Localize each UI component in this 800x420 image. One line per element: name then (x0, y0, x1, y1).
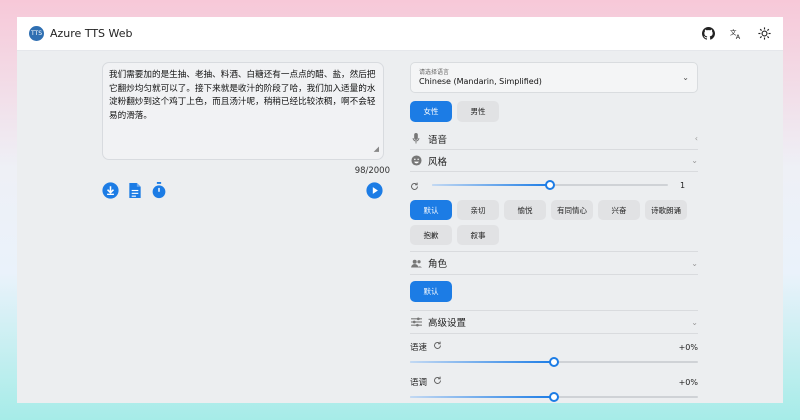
pitch-fill (410, 396, 554, 398)
role-options: 默认 (410, 281, 698, 302)
rate-fill (410, 361, 554, 363)
app-logo: TTS (29, 26, 44, 41)
editor-panel: 我们需要加的是生抽、老抽、料酒、白糖还有一点点的醋、盐，然后把它翻炒均匀就可以了… (102, 62, 390, 199)
svg-text:A: A (735, 33, 740, 40)
style-option[interactable]: 愉悦 (504, 200, 546, 220)
style-option[interactable]: 抱歉 (410, 225, 452, 245)
emoji-icon (410, 155, 422, 166)
language-select[interactable]: 请选择语言 Chinese (Mandarin, Simplified) ⌄ (410, 62, 698, 93)
download-icon[interactable] (102, 182, 119, 199)
microphone-icon (410, 133, 422, 144)
chevron-left-icon: ‹ (694, 134, 698, 143)
translate-icon[interactable]: 文A (729, 27, 743, 41)
style-option[interactable]: 诗歌朗诵 (645, 200, 687, 220)
rate-slider[interactable] (410, 355, 698, 369)
pitch-value: +0% (678, 377, 698, 387)
style-degree-fill (432, 184, 550, 186)
style-option[interactable]: 亲切 (457, 200, 499, 220)
pitch-header: 语调 +0% (410, 375, 698, 389)
rate-thumb[interactable] (549, 357, 559, 367)
text-input[interactable]: 我们需要加的是生抽、老抽、料酒、白糖还有一点点的醋、盐，然后把它翻炒均匀就可以了… (102, 62, 384, 160)
pitch-slider[interactable] (410, 390, 698, 403)
language-select-value: Chinese (Mandarin, Simplified) (419, 77, 542, 86)
gender-toggle: 女性 男性 (410, 101, 698, 122)
style-option[interactable]: 兴奋 (598, 200, 640, 220)
github-icon[interactable] (701, 27, 715, 41)
text-input-value: 我们需要加的是生抽、老抽、料酒、白糖还有一点点的醋、盐，然后把它翻炒均匀就可以了… (109, 70, 376, 121)
style-option[interactable]: 有同情心 (551, 200, 593, 220)
style-degree-slider[interactable] (432, 178, 668, 192)
play-icon[interactable] (366, 182, 383, 199)
resize-handle-icon[interactable]: ◢ (374, 143, 379, 157)
pitch-control: 语调 +0% (410, 375, 698, 403)
top-actions: 文A (701, 27, 771, 41)
reset-icon[interactable] (433, 376, 442, 388)
pitch-label: 语调 (410, 378, 428, 388)
advanced-section-header[interactable]: 高级设置 ⌄ (410, 310, 698, 334)
role-option[interactable]: 默认 (410, 281, 452, 302)
editor-actions (102, 182, 390, 199)
pitch-thumb[interactable] (549, 392, 559, 402)
chevron-down-icon: ⌄ (691, 258, 698, 268)
settings-panel: 请选择语言 Chinese (Mandarin, Simplified) ⌄ 女… (410, 62, 698, 403)
document-icon[interactable] (126, 182, 143, 199)
app-title: Azure TTS Web (50, 27, 133, 40)
chevron-down-icon: ⌄ (691, 156, 698, 165)
language-select-placeholder: 请选择语言 (419, 69, 450, 76)
style-option[interactable]: 默认 (410, 200, 452, 220)
rate-value: +0% (678, 342, 698, 352)
style-section-header[interactable]: 风格 ⌄ (410, 150, 698, 172)
rate-header: 语速 +0% (410, 340, 698, 354)
style-section-title: 风格 (428, 156, 448, 168)
timer-icon[interactable] (150, 182, 167, 199)
advanced-section-title: 高级设置 (428, 318, 467, 329)
gender-female-button[interactable]: 女性 (410, 101, 452, 122)
role-section-title: 角色 (428, 259, 448, 270)
chevron-down-icon: ⌄ (691, 317, 698, 327)
people-icon (410, 259, 422, 268)
reset-icon[interactable] (433, 341, 442, 353)
style-degree-row: 1 (410, 176, 698, 194)
style-options: 默认 亲切 愉悦 有同情心 兴奋 诗歌朗诵 抱歉 叙事 (410, 200, 698, 245)
style-degree-value: 1 (680, 180, 686, 190)
style-option[interactable]: 叙事 (457, 225, 499, 245)
chevron-down-icon: ⌄ (682, 73, 689, 82)
sliders-icon (410, 317, 422, 327)
rate-control: 语速 +0% (410, 340, 698, 369)
sun-icon[interactable] (757, 27, 771, 41)
voice-section-header[interactable]: 语音 ‹ (410, 128, 698, 150)
top-bar: TTS Azure TTS Web 文A (17, 17, 783, 51)
style-degree-thumb[interactable] (545, 180, 555, 190)
voice-section-title: 语音 (428, 134, 448, 146)
app-window: TTS Azure TTS Web 文A 我们需要加的是生抽、老抽、料酒、白糖还… (17, 17, 783, 403)
rate-label: 语速 (410, 343, 428, 353)
role-section-header[interactable]: 角色 ⌄ (410, 251, 698, 275)
reset-icon[interactable] (410, 176, 424, 195)
gender-male-button[interactable]: 男性 (457, 101, 499, 122)
char-counter: 98/2000 (354, 166, 390, 176)
